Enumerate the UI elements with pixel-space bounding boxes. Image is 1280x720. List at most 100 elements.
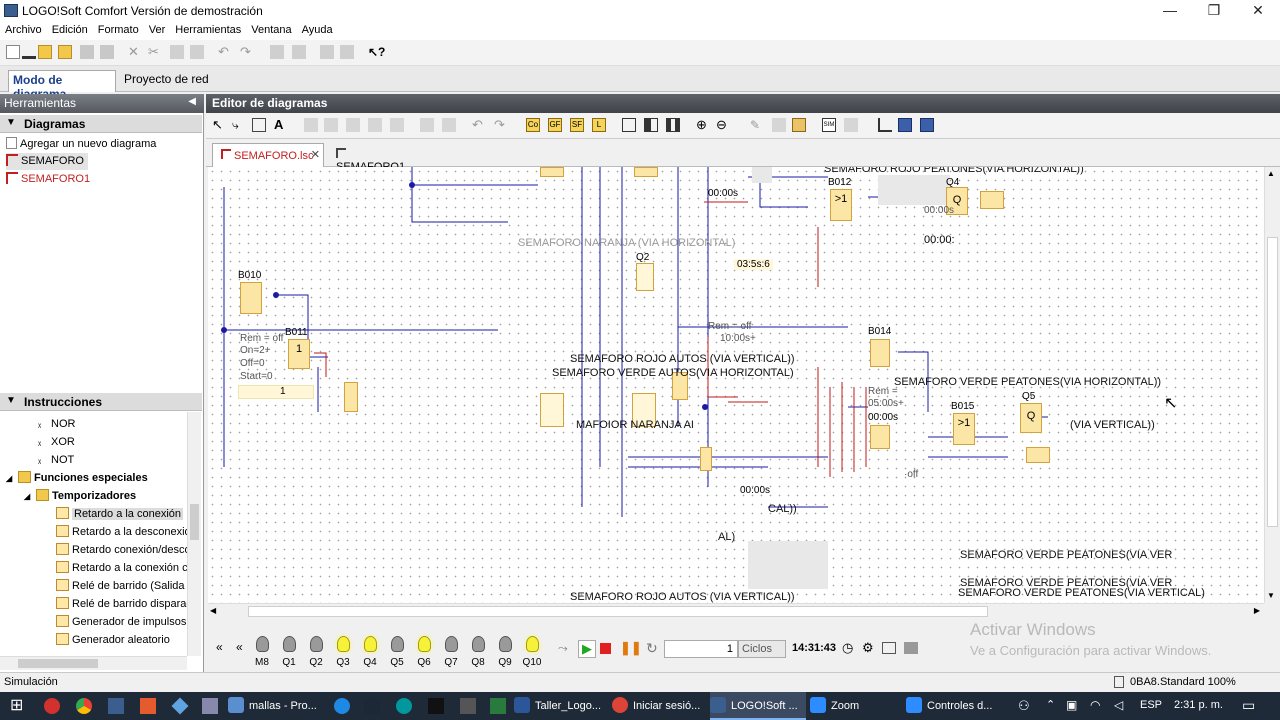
- vscode-icon[interactable]: [171, 697, 189, 715]
- open-recent-icon[interactable]: [58, 45, 72, 59]
- pencil-icon[interactable]: ✎: [750, 118, 764, 132]
- select-tool-icon[interactable]: ↖: [212, 118, 226, 132]
- menu-ayuda[interactable]: Ayuda: [297, 22, 338, 36]
- tree-folder-timers[interactable]: ◢ Temporizadores: [24, 488, 136, 505]
- new-file-icon[interactable]: [6, 45, 20, 59]
- task-logosoft[interactable]: LOGO!Soft ...: [710, 692, 806, 720]
- tree-item-nor[interactable]: ᵡ NOR: [38, 416, 75, 433]
- block-b007[interactable]: [344, 382, 358, 412]
- label-naranja-v[interactable]: MAFOIOR NARANJA AI: [576, 419, 694, 431]
- label-via-vertical[interactable]: (VIA VERTICAL)): [1070, 419, 1155, 431]
- triple-view-icon[interactable]: [666, 118, 680, 132]
- align-middle-icon[interactable]: [368, 118, 382, 132]
- app-icon-blue[interactable]: [334, 698, 350, 714]
- align-top-icon[interactable]: [346, 118, 360, 132]
- menu-ver[interactable]: Ver: [144, 22, 171, 36]
- scroll-up-icon[interactable]: ▲: [1267, 169, 1275, 178]
- label-verde-autos-h[interactable]: SEMAFORO VERDE AUTOS(VIA HORIZONTAL): [552, 367, 794, 379]
- download-icon[interactable]: [22, 45, 36, 59]
- menu-formato[interactable]: Formato: [93, 22, 144, 36]
- co-icon[interactable]: Co: [526, 118, 540, 132]
- collapse-left-icon[interactable]: «: [216, 640, 223, 654]
- notifications-icon[interactable]: ▭: [1242, 697, 1255, 714]
- scroll-down-icon[interactable]: ▼: [1267, 591, 1275, 600]
- diagrams-section-header[interactable]: ▼ Diagramas: [0, 115, 202, 133]
- label-al[interactable]: AL): [718, 531, 735, 543]
- ungroup-icon[interactable]: [442, 118, 456, 132]
- cut-icon[interactable]: ✂: [148, 45, 162, 59]
- label-rojo-autos-v-bottom[interactable]: SEMAFORO ROJO AUTOS (VIA VERTICAL)): [570, 591, 795, 603]
- pause-icon[interactable]: ❚❚: [620, 640, 642, 656]
- canvas-vscrollbar[interactable]: ▲ ▼: [1264, 167, 1280, 603]
- scroll-thumb[interactable]: [1267, 237, 1278, 527]
- tab-semaforo-lsc[interactable]: SEMAFORO.lsc ✕: [212, 143, 324, 167]
- block-b011[interactable]: 1: [288, 339, 310, 369]
- tree-item-wiping-relay[interactable]: Relé de barrido (Salida de: [56, 578, 188, 595]
- scroll-thumb[interactable]: [248, 606, 988, 617]
- logo-app-icon[interactable]: [108, 698, 124, 714]
- tree-item-retentive-on-delay[interactable]: Retardo a la conexión co: [56, 560, 188, 577]
- steam-icon[interactable]: [364, 698, 380, 714]
- transfer-pc-logo-icon[interactable]: [270, 45, 284, 59]
- close-tab-icon[interactable]: ✕: [311, 148, 320, 161]
- menu-herramientas[interactable]: Herramientas: [170, 22, 246, 36]
- open-folder-icon[interactable]: [38, 45, 52, 59]
- delete-icon[interactable]: ✕: [128, 45, 142, 59]
- chrome-icon[interactable]: [76, 698, 92, 714]
- tree-item-on-delay[interactable]: Retardo a la conexión: [56, 506, 184, 523]
- block-top-2[interactable]: [634, 167, 658, 177]
- block-top-1[interactable]: [540, 167, 564, 177]
- transfer-logo-pc-icon[interactable]: [292, 45, 306, 59]
- tray-chevron-icon[interactable]: ⌃: [1046, 698, 1055, 711]
- canvas-hscrollbar[interactable]: ◀ ▶: [208, 603, 1264, 619]
- scroll-thumb[interactable]: [190, 504, 199, 540]
- lamp-q4[interactable]: [364, 636, 377, 652]
- snap-grid-icon[interactable]: [878, 118, 892, 132]
- minimize-button[interactable]: —: [1148, 0, 1192, 22]
- online-test-icon[interactable]: [844, 118, 858, 132]
- redo-icon[interactable]: ↷: [240, 45, 254, 59]
- scroll-left-double-icon[interactable]: «: [236, 640, 243, 654]
- compile-icon[interactable]: [320, 45, 334, 59]
- windows-start-icon[interactable]: ⊞: [10, 698, 26, 714]
- task-iniciar-sesion[interactable]: Iniciar sesió...: [612, 692, 708, 720]
- lamp-q5[interactable]: [391, 636, 404, 652]
- app-icon-gray[interactable]: [460, 698, 476, 714]
- network-tray-icon[interactable]: ▣: [1066, 698, 1077, 712]
- block-q5[interactable]: Q: [1020, 403, 1042, 433]
- calculator-icon[interactable]: [202, 698, 218, 714]
- task-zoom[interactable]: Zoom: [810, 692, 900, 720]
- network-icon[interactable]: [898, 118, 912, 132]
- app-icon-green[interactable]: [490, 698, 506, 714]
- language-indicator[interactable]: ESP: [1140, 699, 1162, 711]
- block-properties-icon[interactable]: [792, 118, 806, 132]
- constants-tool-icon[interactable]: [252, 118, 266, 132]
- lamp-m8[interactable]: [256, 636, 269, 652]
- cycles-label[interactable]: Ciclos: [738, 640, 786, 658]
- network-view-icon[interactable]: [920, 118, 934, 132]
- lamp-q7[interactable]: [445, 636, 458, 652]
- task-controles[interactable]: Controles d...: [906, 692, 1002, 720]
- diagram-item-semaforo[interactable]: SEMAFORO: [6, 153, 88, 170]
- task-mallas[interactable]: mallas - Pro...: [228, 692, 324, 720]
- menu-edicion[interactable]: Edición: [47, 22, 93, 36]
- panel-icon[interactable]: [904, 642, 918, 654]
- table-icon[interactable]: [882, 642, 896, 654]
- maximize-button[interactable]: ❐: [1192, 0, 1236, 22]
- lamp-q6[interactable]: [418, 636, 431, 652]
- wifi-icon[interactable]: ◠: [1090, 698, 1100, 712]
- tab-network-project[interactable]: Proyecto de red: [120, 70, 220, 92]
- menu-archivo[interactable]: Archivo: [0, 22, 47, 36]
- tab-semaforo1[interactable]: SEMAFORO1: [328, 143, 422, 173]
- tree-item-edge-wiping-relay[interactable]: Relé de barrido disparado: [56, 596, 188, 613]
- copy-icon[interactable]: [170, 45, 184, 59]
- diagram-canvas[interactable]: B010 B011 1 B012 >1 Q4 Q Q2 B014 B015 >1…: [208, 167, 1264, 603]
- simulation-icon[interactable]: SIM: [822, 118, 836, 132]
- paste-icon[interactable]: [190, 45, 204, 59]
- diagram-item-semaforo1[interactable]: SEMAFORO1: [6, 171, 90, 188]
- volume-icon[interactable]: ◁: [1114, 698, 1123, 712]
- sim-step-icon[interactable]: ⤳: [558, 641, 568, 656]
- connect-tool-icon[interactable]: ⤷: [232, 118, 246, 132]
- block-output-ghost-2[interactable]: [1026, 447, 1050, 463]
- undo-icon[interactable]: ↶: [218, 45, 232, 59]
